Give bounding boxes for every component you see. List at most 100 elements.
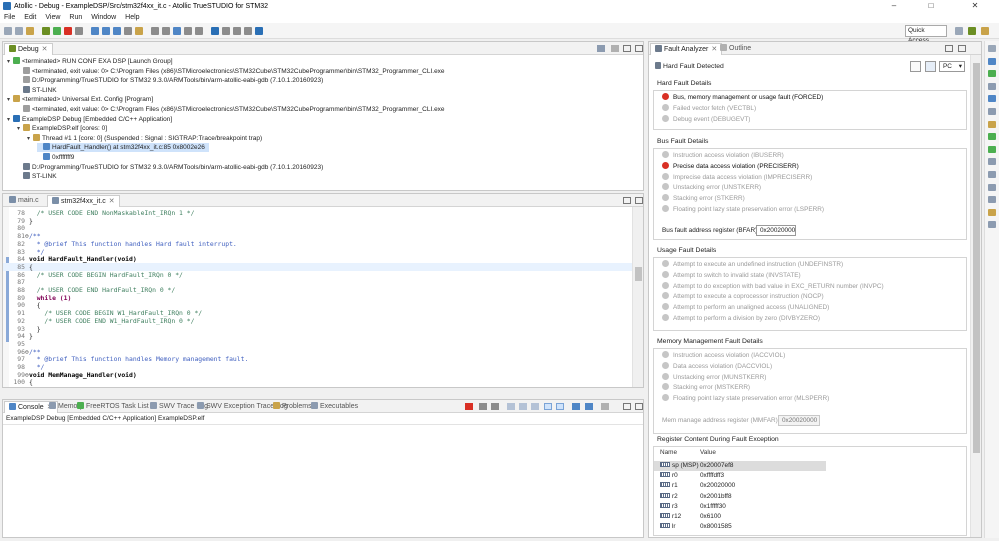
debug-tree-item[interactable]: <terminated, exit value: 0> C:\Program F…: [17, 105, 445, 114]
debug-tree-item[interactable]: ▾ ExampleDSP Debug [Embedded C/C++ Applic…: [7, 114, 172, 124]
open-type-icon[interactable]: [26, 27, 34, 35]
trim-view-icon[interactable]: [988, 221, 996, 229]
pin-console-icon[interactable]: [572, 403, 580, 410]
new-icon[interactable]: [4, 27, 12, 35]
register-row[interactable]: r0 0xffffdff3: [654, 471, 826, 481]
debug-tree-item[interactable]: ▾ Thread #1 1 [core: 0] (Suspended : Sign…: [27, 133, 262, 143]
perspective-cdt-icon[interactable]: [955, 27, 963, 35]
layout-icon[interactable]: [222, 27, 230, 35]
register-row[interactable]: sp (MSP) 0x20007ef8: [654, 461, 826, 471]
register-row[interactable]: r12 0x6100: [654, 512, 826, 522]
maximize-console-icon[interactable]: [635, 403, 643, 410]
console-tab[interactable]: Executables: [307, 401, 362, 413]
scroll-lock-icon[interactable]: [519, 403, 527, 410]
bfar-field[interactable]: 0x20020000: [756, 225, 796, 236]
close-tab-icon[interactable]: ✕: [109, 198, 115, 205]
trim-view-icon[interactable]: [988, 45, 996, 52]
fault-analyzer-tab[interactable]: Fault Analyzer ✕: [650, 43, 723, 55]
menu-edit[interactable]: Edit: [24, 14, 36, 21]
clear-console-icon[interactable]: [507, 403, 515, 410]
step-return-icon[interactable]: [113, 27, 121, 35]
trim-view-icon[interactable]: [988, 183, 996, 191]
debug-tree-item[interactable]: HardFault_Handler() at stm32f4xx_it.c:85…: [37, 143, 209, 153]
trim-view-icon[interactable]: [988, 208, 996, 216]
maximize-view-icon[interactable]: [635, 45, 643, 52]
trim-view-icon[interactable]: [988, 196, 996, 204]
editor-tab[interactable]: stm32f4xx_it.c ✕: [47, 195, 120, 207]
tab-debug[interactable]: Debug ✕: [4, 43, 53, 55]
register-row[interactable]: lr 0x8001585: [654, 522, 826, 532]
register-view-icon[interactable]: [925, 61, 936, 72]
maximize-fa-icon[interactable]: [958, 45, 966, 52]
debug-icon[interactable]: [42, 27, 50, 35]
settings-icon[interactable]: [255, 27, 263, 35]
terminate-icon[interactable]: [465, 403, 473, 410]
show-on-error-icon[interactable]: [556, 403, 564, 410]
trim-view-icon[interactable]: [988, 82, 996, 90]
quick-access-input[interactable]: Quick Access: [905, 25, 947, 44]
view-menu-icon[interactable]: [611, 45, 619, 52]
perspective-debug-icon[interactable]: [968, 27, 976, 35]
remove-launch-icon[interactable]: [479, 403, 487, 410]
next-annotation-icon[interactable]: [162, 27, 170, 35]
fault-analyzer-scrollbar[interactable]: [970, 55, 981, 537]
open-console-icon[interactable]: [601, 403, 609, 410]
editor-scroll-thumb[interactable]: [635, 267, 642, 281]
back-icon[interactable]: [173, 27, 181, 35]
trim-view-icon[interactable]: [988, 95, 996, 103]
editor-tab[interactable]: main.c: [5, 195, 43, 207]
minimize-console-icon[interactable]: [623, 403, 631, 410]
code-text[interactable]: 78 /* USER CODE END NonMaskableInt_IRQn …: [3, 207, 633, 387]
menu-help[interactable]: Help: [125, 14, 139, 21]
fa-scroll-thumb[interactable]: [973, 63, 980, 453]
disconnect-icon[interactable]: [75, 27, 83, 35]
trim-view-icon[interactable]: [988, 70, 996, 78]
display-console-icon[interactable]: [585, 403, 593, 410]
trim-view-icon[interactable]: [988, 57, 996, 65]
trim-view-icon[interactable]: [988, 145, 996, 153]
save-icon[interactable]: [15, 27, 23, 35]
debug-tree-item[interactable]: D:/Programming/TrueSTUDIO for STM32 9.3.…: [17, 162, 323, 172]
debug-tree-item[interactable]: ▾ ExampleDSP.elf [cores: 0]: [17, 124, 107, 133]
maximize-button[interactable]: □: [916, 0, 946, 12]
minimize-button[interactable]: –: [879, 0, 909, 12]
minimize-fa-icon[interactable]: [945, 45, 953, 52]
editor-scrollbar[interactable]: [632, 207, 643, 387]
debug-tree-item[interactable]: 0xfffffff9: [37, 153, 74, 162]
perspective-other-icon[interactable]: [981, 27, 989, 35]
trim-view-icon[interactable]: [988, 158, 996, 166]
register-row[interactable]: r3 0x1fffff30: [654, 502, 826, 512]
menu-view[interactable]: View: [45, 14, 60, 21]
maximize-editor-icon[interactable]: [635, 197, 643, 204]
search-icon[interactable]: [151, 27, 159, 35]
console-tab[interactable]: FreeRTOS Task List: [73, 401, 153, 413]
menu-file[interactable]: File: [4, 14, 15, 21]
close-tab-icon[interactable]: ✕: [42, 46, 48, 53]
show-on-output-icon[interactable]: [544, 403, 552, 410]
close-button[interactable]: ✕: [960, 0, 990, 12]
minimize-editor-icon[interactable]: [623, 197, 631, 204]
debug-tree-item[interactable]: ST-LINK: [17, 172, 57, 181]
remove-all-icon[interactable]: [491, 403, 499, 410]
info-icon[interactable]: [211, 27, 219, 35]
window-icon[interactable]: [233, 27, 241, 35]
register-row[interactable]: r2 0x2001bff8: [654, 492, 826, 502]
minimize-view-icon[interactable]: [623, 45, 631, 52]
trim-view-icon[interactable]: [988, 108, 996, 115]
build-icon[interactable]: [135, 27, 143, 35]
mmfar-field[interactable]: 0x20020000: [778, 415, 820, 426]
menu-window[interactable]: Window: [91, 14, 116, 21]
forward-icon[interactable]: [184, 27, 192, 35]
word-wrap-icon[interactable]: [531, 403, 539, 410]
trim-view-icon[interactable]: [988, 171, 996, 178]
pc-select[interactable]: PC ▾: [939, 61, 965, 72]
perspective-icon[interactable]: [244, 27, 252, 35]
trim-view-icon[interactable]: [988, 133, 996, 141]
debug-tree-item[interactable]: <terminated, exit value: 0> C:\Program F…: [17, 66, 445, 76]
debug-tree-item[interactable]: D:/Programming/TrueSTUDIO for STM32 9.3.…: [17, 76, 323, 85]
trim-view-icon[interactable]: [988, 120, 996, 128]
debug-tree-item[interactable]: ▾ <terminated> Universal Ext. Config [Pro…: [7, 95, 153, 104]
remove-terminated-icon[interactable]: [597, 45, 605, 52]
register-row[interactable]: r1 0x20020000: [654, 481, 826, 491]
fault-analyzer-tab[interactable]: Outline: [716, 43, 755, 55]
